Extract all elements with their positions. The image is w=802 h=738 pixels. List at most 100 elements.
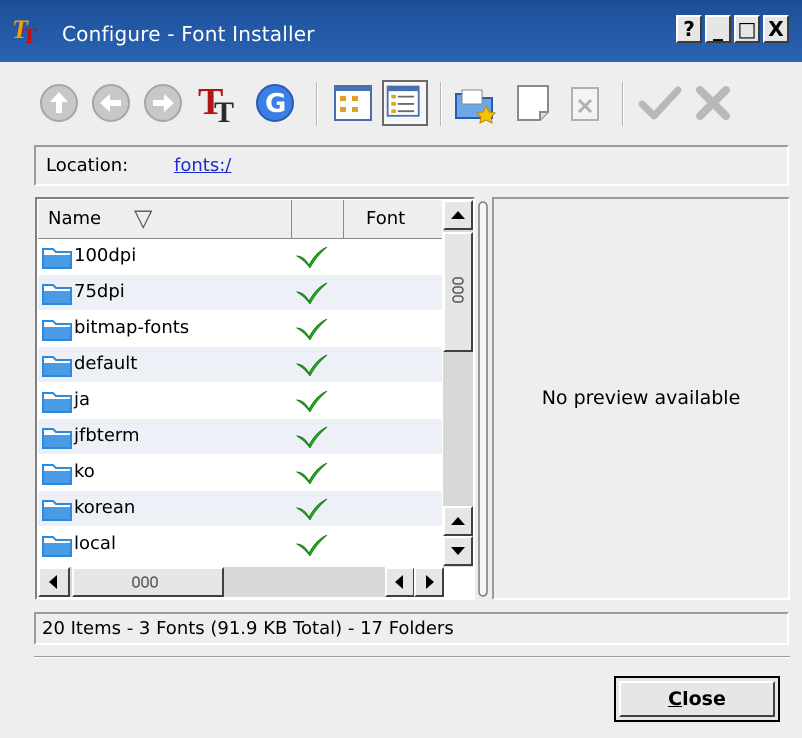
list-header: Name ▽ Font [38,200,442,239]
scroll-down-button[interactable] [443,536,473,566]
font-tt-button[interactable]: TT [196,80,242,126]
detail-view-icon [386,85,420,117]
scroll-left-button-right[interactable] [385,567,415,597]
vertical-scrollbar[interactable] [443,200,473,567]
splitter-handle[interactable] [476,200,490,598]
detail-view-button[interactable] [382,80,428,126]
folder-icon [42,284,72,305]
enabled-check-icon[interactable] [296,354,328,376]
up-button[interactable] [36,80,82,126]
table-row[interactable]: local [38,527,442,562]
folder-icon [42,500,72,521]
horizontal-scrollbar[interactable] [38,567,444,597]
table-row[interactable]: ko [38,455,442,490]
folder-icon [42,464,72,485]
location-bar: Location: fonts:/ [34,145,789,186]
new-file-button[interactable] [510,80,556,126]
icon-view-button[interactable] [330,80,376,126]
back-arrow-icon [92,84,130,122]
close-window-button[interactable]: X [763,15,789,43]
folder-icon [42,356,72,377]
help-button[interactable]: ? [676,15,702,43]
column-header-name[interactable]: Name ▽ [38,200,292,238]
minimize-button[interactable]: _ [705,15,731,43]
maximize-button[interactable]: □ [734,15,760,43]
enable-button[interactable] [636,80,682,126]
table-row[interactable]: korean [38,491,442,526]
close-label-rest: lose [682,688,726,710]
install-fonts-button[interactable] [452,80,498,126]
disable-button[interactable] [690,80,736,126]
table-row[interactable]: default [38,347,442,382]
column-font-label: Font [366,208,406,229]
grip-icon [452,277,464,303]
svg-text:T: T [214,96,234,126]
install-fonts-icon [455,89,497,124]
table-row[interactable]: 100dpi [38,239,442,274]
sort-descending-icon: ▽ [134,204,153,232]
table-row[interactable]: 75dpi [38,275,442,310]
font-installer-window: T T Configure - Font Installer ? _ □ X T… [0,0,802,738]
vertical-scroll-thumb[interactable] [443,232,473,352]
arrow-left-icon [395,575,403,589]
title-bar[interactable]: T T Configure - Font Installer ? _ □ X [0,0,802,62]
scroll-up-button[interactable] [443,200,473,230]
row-name: jfbterm [74,425,140,446]
enabled-check-icon[interactable] [296,426,328,448]
table-row[interactable]: jfbterm [38,419,442,454]
row-name: default [74,353,138,374]
scroll-up-button-lower[interactable] [443,506,473,536]
row-name: local [74,533,116,554]
delete-button[interactable] [562,80,608,126]
row-name: 100dpi [74,245,137,266]
folder-icon [42,428,72,449]
up-arrow-icon [40,84,78,122]
preview-text: No preview available [541,387,741,409]
status-bar: 20 Items - 3 Fonts (91.9 KB Total) - 17 … [34,612,789,645]
column-header-font[interactable]: Font [344,200,442,238]
table-row[interactable]: ja [38,383,442,418]
scroll-right-button[interactable] [414,567,444,597]
row-name: 75dpi [74,281,125,302]
enabled-check-icon[interactable] [296,498,328,520]
enabled-check-icon[interactable] [296,390,328,412]
refresh-button[interactable]: G [252,80,298,126]
font-installer-app-icon[interactable]: T T [12,16,44,46]
refresh-g-icon: G [256,84,294,122]
enabled-check-icon[interactable] [296,534,328,556]
column-name-label: Name [48,208,102,229]
icon-view-icon [334,85,372,121]
location-label: Location: [46,155,129,176]
toolbar-separator [440,82,442,126]
row-name: ja [74,389,91,410]
location-link[interactable]: fonts:/ [174,155,231,176]
close-button[interactable]: Close [614,676,780,722]
scroll-left-button[interactable] [38,567,70,597]
folder-icon [42,536,72,557]
horizontal-scroll-thumb[interactable] [72,567,224,597]
arrow-left-icon [49,575,57,589]
divider [34,656,790,658]
window-title: Configure - Font Installer [62,22,315,46]
toolbar-separator [622,82,624,126]
table-row[interactable]: bitmap-fonts [38,311,442,346]
enable-check-icon [638,86,682,120]
font-list[interactable]: Name ▽ Font 100dpi 75dpi bitmap-fonts defau… [35,197,475,600]
folder-icon [42,248,72,269]
enabled-check-icon[interactable] [296,318,328,340]
arrow-down-icon [451,547,465,555]
enabled-check-icon[interactable] [296,246,328,268]
back-button[interactable] [88,80,134,126]
delete-icon [571,87,599,121]
grip-icon [132,576,158,588]
enabled-check-icon[interactable] [296,462,328,484]
forward-arrow-icon [144,84,182,122]
disable-x-icon [696,86,730,120]
toolbar: TT G [0,62,802,146]
forward-button[interactable] [140,80,186,126]
status-text: 20 Items - 3 Fonts (91.9 KB Total) - 17 … [42,618,454,639]
enabled-check-icon[interactable] [296,282,328,304]
close-mnemonic: C [668,688,683,710]
svg-text:T: T [22,23,37,46]
column-header-enabled[interactable] [292,200,344,238]
